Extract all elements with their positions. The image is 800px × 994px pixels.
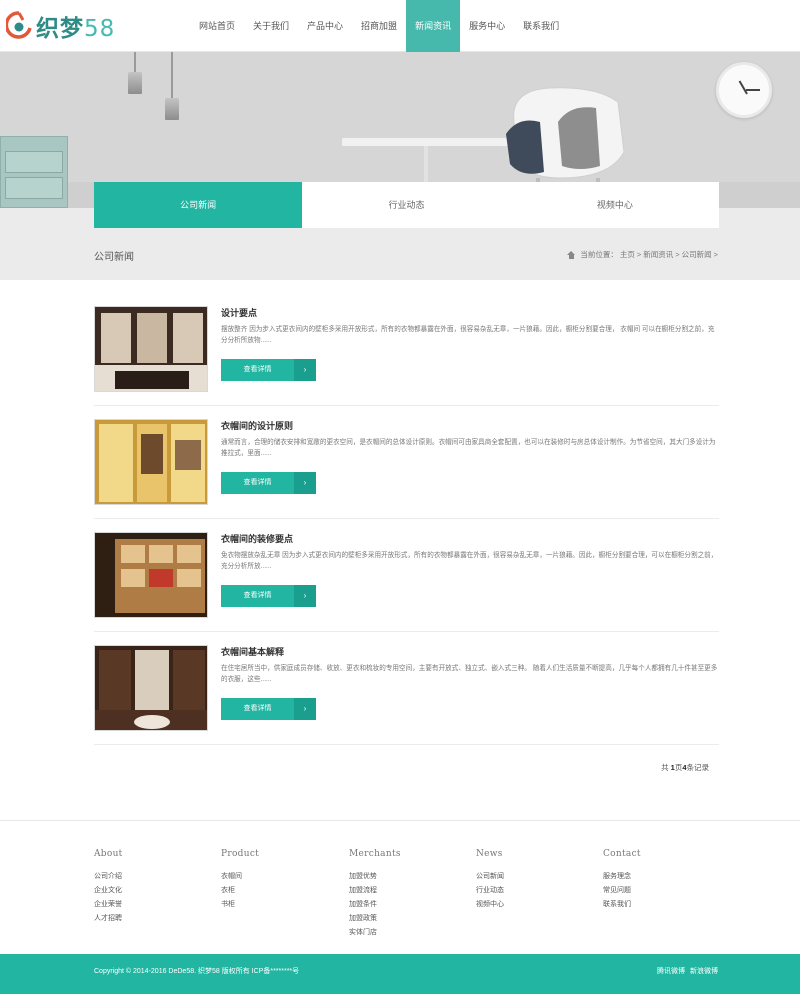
site-footer: About 公司介绍 企业文化 企业荣誉 人才招聘 Product 衣帽间 衣柜… [0,820,800,954]
list-item: 衣帽间的设计原则 通常而言，合理的储衣安排和宽敞的更衣空间，是衣帽间的总体设计原… [94,406,719,519]
breadcrumb-separator: > [675,250,680,259]
footer-link[interactable]: 行业动态 [476,884,504,898]
read-more-label: 查看详情 [243,479,272,486]
list-item: 设计要点 摆放整齐 因为步入式更衣间内的壁柜多采用开放形式，所有的衣物都暴露在外… [94,293,719,406]
dresser-illustration [0,136,68,208]
article-title[interactable]: 衣帽间基本解释 [221,645,284,658]
logo-mark-icon [6,11,32,39]
read-more-label: 查看详情 [243,366,272,373]
chevron-right-icon: › [294,359,316,381]
article-summary: 免衣物摆放杂乱无章 因为步入式更衣间内的壁柜多采用开放形式，所有的衣物都暴露在外… [221,552,718,570]
footer-link[interactable]: 常见问题 [603,884,641,898]
sina-weibo-link[interactable]: 新浪微博 [690,966,718,976]
table-illustration [342,138,512,146]
social-links: 腾讯微博 新浪微博 [657,966,718,976]
nav-item-products[interactable]: 产品中心 [298,0,352,52]
breadcrumb: 当前位置： 主页 > 新闻资讯 > 公司新闻 > [567,249,718,260]
article-title[interactable]: 衣帽间的装修要点 [221,532,293,545]
article-title[interactable]: 衣帽间的设计原则 [221,419,293,432]
breadcrumb-separator: > [713,250,718,259]
nav-item-home[interactable]: 网站首页 [190,0,244,52]
footer-link[interactable]: 加盟优势 [349,870,401,884]
footer-link[interactable]: 衣柜 [221,884,259,898]
footer-link[interactable]: 实体门店 [349,926,401,940]
main-nav: 网站首页 关于我们 产品中心 招商加盟 新闻资讯 服务中心 联系我们 [190,0,568,52]
copyright-text: Copyright © 2014-2016 DeDe58. 织梦58 版权所有 … [94,968,300,975]
footer-column-about: About 公司介绍 企业文化 企业荣誉 人才招聘 [94,849,123,926]
nav-item-service[interactable]: 服务中心 [460,0,514,52]
footer-column-contact: Contact 服务理念 常见问题 联系我们 [603,849,641,912]
pendant-lamp-icon [171,52,173,98]
breadcrumb-link-news[interactable]: 新闻资讯 [643,249,673,260]
footer-link[interactable]: 人才招聘 [94,912,123,926]
pendant-lamp-icon [134,52,136,72]
footer-link[interactable]: 加盟条件 [349,898,401,912]
pagination-summary: 共 1页4条记录 [661,763,709,772]
footer-heading: Merchants [349,849,401,859]
nav-item-contact[interactable]: 联系我们 [514,0,568,52]
article-summary: 在住宅居所当中，供家庭成员存储、收放、更衣和梳妆的专用空间，主要有开放式、独立式… [221,665,718,683]
tencent-weibo-link[interactable]: 腾讯微博 [657,966,685,976]
read-more-button[interactable]: 查看详情 › [221,698,316,720]
copyright-bar: Copyright © 2014-2016 DeDe58. 织梦58 版权所有 … [0,954,800,994]
nav-item-franchise[interactable]: 招商加盟 [352,0,406,52]
footer-heading: Contact [603,849,641,859]
footer-link[interactable]: 书柜 [221,898,259,912]
footer-heading: Product [221,849,260,859]
article-thumbnail[interactable] [94,645,208,731]
read-more-button[interactable]: 查看详情 › [221,472,316,494]
home-icon [567,250,576,259]
article-title[interactable]: 设计要点 [221,306,257,319]
tab-industry-news[interactable]: 行业动态 [302,182,510,228]
footer-link[interactable]: 企业荣誉 [94,898,123,912]
article-summary: 摆放整齐 因为步入式更衣间内的壁柜多采用开放形式，所有的衣物都暴露在外面，很容易… [221,326,715,344]
read-more-button[interactable]: 查看详情 › [221,359,316,381]
site-logo[interactable]: 织梦58 [6,9,115,43]
article-thumbnail[interactable] [94,306,208,392]
footer-link[interactable]: 企业文化 [94,884,123,898]
tab-video-center[interactable]: 视频中心 [511,182,719,228]
read-more-label: 查看详情 [243,705,272,712]
article-summary: 通常而言，合理的储衣安排和宽敞的更衣空间，是衣帽间的总体设计原则。衣帽间可由家具… [221,439,716,457]
footer-link[interactable]: 加盟政策 [349,912,401,926]
chevron-right-icon: › [294,698,316,720]
page-title: 公司新闻 [94,252,134,263]
article-thumbnail[interactable] [94,419,208,505]
pendant-lamp-shade [165,98,179,120]
footer-column-news: News 公司新闻 行业动态 视频中心 [476,849,504,912]
read-more-button[interactable]: 查看详情 › [221,585,316,607]
article-list: 设计要点 摆放整齐 因为步入式更衣间内的壁柜多采用开放形式，所有的衣物都暴露在外… [94,293,719,745]
wall-clock-icon [716,62,772,118]
footer-heading: News [476,849,503,859]
footer-link[interactable]: 公司新闻 [476,870,504,884]
pendant-lamp-shade [128,72,142,94]
breadcrumb-prefix: 当前位置： [580,250,618,259]
footer-column-product: Product 衣帽间 衣柜 书柜 [221,849,259,912]
chevron-right-icon: › [294,472,316,494]
footer-link[interactable]: 加盟流程 [349,884,401,898]
breadcrumb-link-company-news[interactable]: 公司新闻 [682,249,712,260]
read-more-label: 查看详情 [243,592,272,599]
nav-item-about[interactable]: 关于我们 [244,0,298,52]
nav-item-news[interactable]: 新闻资讯 [406,0,461,52]
article-thumbnail[interactable] [94,532,208,618]
tab-company-news[interactable]: 公司新闻 [94,182,303,228]
footer-link[interactable]: 视频中心 [476,898,504,912]
footer-link[interactable]: 联系我们 [603,898,641,912]
footer-link[interactable]: 公司介绍 [94,870,123,884]
chevron-right-icon: › [294,585,316,607]
footer-column-merchants: Merchants 加盟优势 加盟流程 加盟条件 加盟政策 实体门店 [349,849,401,940]
footer-link[interactable]: 衣帽间 [221,870,259,884]
logo-text: 织梦58 [36,16,116,42]
list-item: 衣帽间的装修要点 免衣物摆放杂乱无章 因为步入式更衣间内的壁柜多采用开放形式，所… [94,519,719,632]
site-header: 织梦58 网站首页 关于我们 产品中心 招商加盟 新闻资讯 服务中心 联系我们 [0,0,800,52]
breadcrumb-link-home[interactable]: 主页 [620,249,635,260]
footer-heading: About [94,849,123,859]
category-tabs: 公司新闻 行业动态 视频中心 [94,182,719,228]
breadcrumb-separator: > [636,250,642,259]
footer-link[interactable]: 服务理念 [603,870,641,884]
list-item: 衣帽间基本解释 在住宅居所当中，供家庭成员存储、收放、更衣和梳妆的专用空间，主要… [94,632,719,745]
